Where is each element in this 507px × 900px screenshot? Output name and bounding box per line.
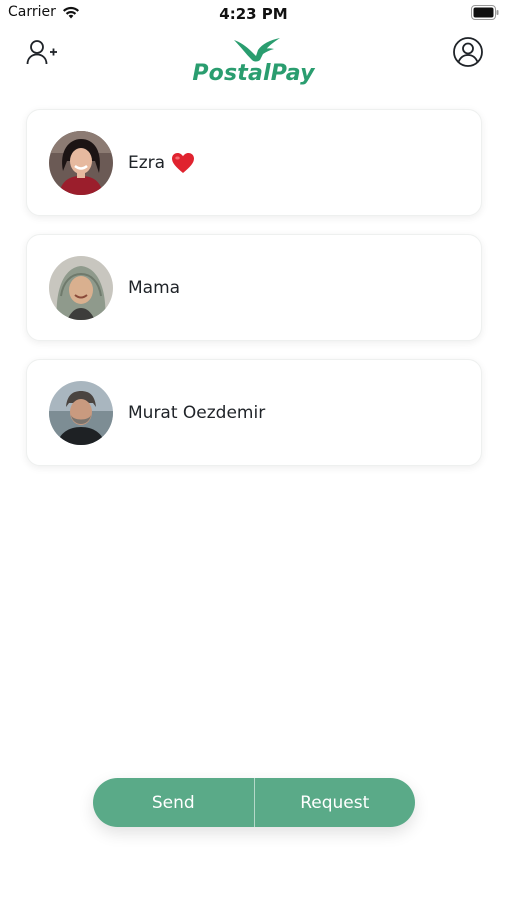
contact-name: Ezra — [128, 152, 166, 173]
battery-icon — [471, 5, 499, 20]
avatar — [49, 380, 113, 445]
contact-list: Ezra Mama Murat Oezdemir — [26, 109, 482, 484]
request-button[interactable]: Request — [255, 778, 416, 827]
app-logo: PostalPay — [0, 36, 507, 86]
status-bar: Carrier 4:23 PM — [0, 0, 507, 30]
send-button[interactable]: Send — [93, 778, 254, 827]
status-time: 4:23 PM — [219, 5, 288, 23]
woman-headscarf-avatar-image — [49, 255, 113, 320]
app-name: PostalPay — [192, 61, 315, 86]
avatar — [49, 130, 113, 195]
contact-name-group: Murat Oezdemir — [128, 403, 265, 423]
contact-name-group: Ezra — [128, 152, 195, 174]
heart-icon — [172, 152, 195, 173]
contact-name: Mama — [128, 277, 181, 298]
contact-card-mama[interactable]: Mama — [26, 234, 482, 341]
avatar — [49, 255, 113, 320]
app-header: PostalPay — [0, 30, 507, 94]
man-avatar-image — [49, 380, 113, 445]
woman-avatar-image — [49, 130, 113, 195]
send-request-bar: Send Request — [93, 778, 415, 827]
contact-card-murat[interactable]: Murat Oezdemir — [26, 359, 482, 466]
contact-card-ezra[interactable]: Ezra — [26, 109, 482, 216]
contact-name-group: Mama — [128, 278, 180, 298]
profile-button[interactable] — [450, 34, 486, 70]
user-circle-icon — [453, 37, 483, 67]
bird-logo-icon — [233, 38, 280, 62]
contact-name: Murat Oezdemir — [128, 402, 266, 423]
